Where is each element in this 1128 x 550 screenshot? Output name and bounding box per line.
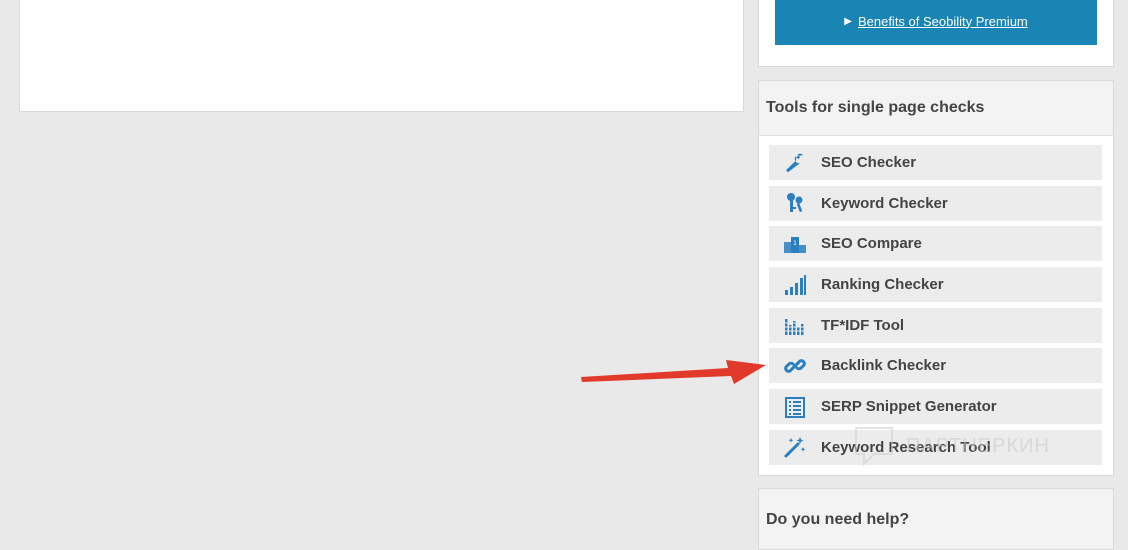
- tool-label: SEO Compare: [821, 235, 922, 253]
- tools-panel-title: Tools for single page checks: [759, 81, 1113, 136]
- help-panel: Do you need help?: [758, 488, 1114, 550]
- help-panel-title: Do you need help?: [759, 489, 1113, 549]
- magic-wand-icon: [783, 435, 807, 459]
- signal-bars-icon: [783, 273, 807, 297]
- wrench-icon: [783, 151, 807, 175]
- keys-icon: [783, 191, 807, 215]
- tool-label: SEO Checker: [821, 154, 917, 171]
- main-content-card: [19, 0, 744, 112]
- tools-panel: Tools for single page checks SEO Checker…: [758, 80, 1114, 476]
- tool-label: Keyword Research Tool: [821, 438, 991, 456]
- triangle-right-icon: ▶: [844, 15, 852, 27]
- tool-list: SEO Checker Keyword Checker 1 SEO Compar…: [769, 145, 1102, 471]
- tool-label: TF*IDF Tool: [821, 316, 905, 334]
- bar-graph-icon: [783, 313, 807, 337]
- podium-icon: 1: [783, 232, 807, 256]
- premium-benefits-link[interactable]: Benefits of Seobility Premium: [858, 14, 1028, 29]
- tool-keyword-research[interactable]: Keyword Research Tool: [769, 429, 1102, 465]
- premium-box: ▶ Benefits of Seobility Premium: [758, 0, 1114, 67]
- tool-seo-checker[interactable]: SEO Checker: [769, 145, 1102, 180]
- tool-backlink-checker[interactable]: Backlink Checker: [769, 348, 1102, 384]
- red-arrow-annotation: [581, 360, 766, 384]
- tool-seo-compare[interactable]: 1 SEO Compare: [769, 226, 1102, 262]
- tool-serp-snippet-generator[interactable]: SERP Snippet Generator: [769, 389, 1102, 425]
- svg-text:1: 1: [793, 240, 797, 247]
- list-icon: [783, 395, 807, 419]
- premium-banner[interactable]: ▶ Benefits of Seobility Premium: [775, 0, 1097, 45]
- tool-label: Ranking Checker: [821, 276, 944, 294]
- tool-tfidf[interactable]: TF*IDF Tool: [769, 307, 1102, 343]
- tool-label: SERP Snippet Generator: [821, 398, 997, 416]
- tool-keyword-checker[interactable]: Keyword Checker: [769, 185, 1102, 221]
- tool-label: Keyword Checker: [821, 194, 948, 212]
- link-icon: [783, 354, 807, 378]
- tool-ranking-checker[interactable]: Ranking Checker: [769, 267, 1102, 303]
- tool-label: Backlink Checker: [821, 357, 947, 375]
